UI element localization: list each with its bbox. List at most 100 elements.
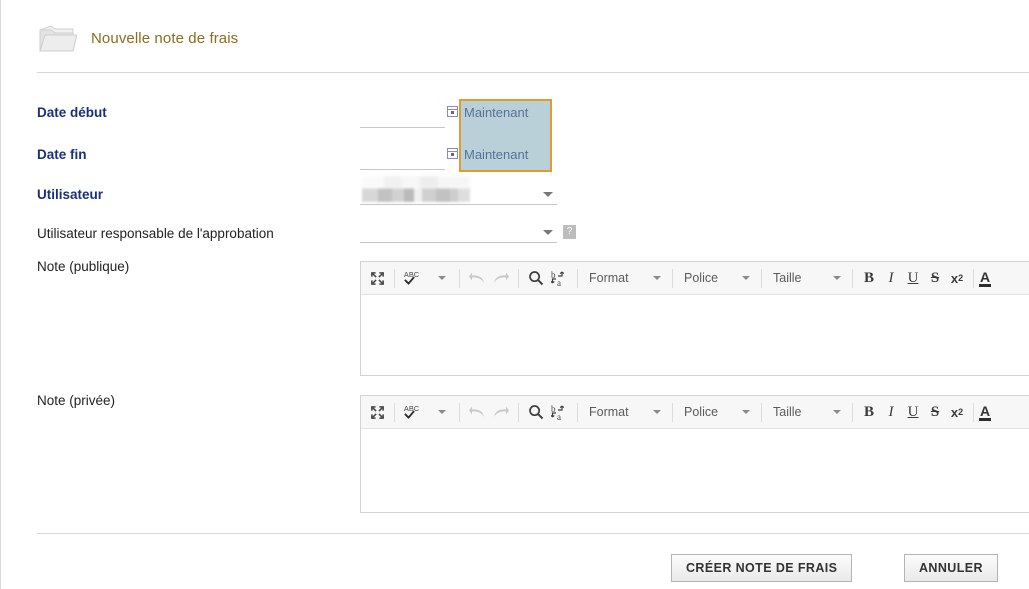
label-utilisateur: Utilisateur	[37, 187, 104, 202]
folder-icon	[37, 21, 78, 55]
toolbar-separator	[761, 402, 762, 422]
italic-button[interactable]: I	[880, 399, 902, 425]
note-publique-content[interactable]	[361, 295, 1029, 375]
toolbar-separator	[852, 402, 853, 422]
toolbar-separator	[973, 268, 974, 288]
svg-text:ABC: ABC	[404, 270, 420, 279]
label-note-privee: Note (privée)	[37, 393, 116, 408]
format-dropdown[interactable]: Format	[583, 265, 667, 291]
note-privee-toolbar: ABC b a Format Police Taille B I U S x 2…	[361, 396, 1029, 429]
toolbar-separator	[518, 268, 519, 288]
font-dropdown-label: Police	[684, 271, 719, 285]
toolbar-separator	[852, 268, 853, 288]
calendar-icon-date-debut[interactable]	[447, 106, 458, 117]
note-publique-toolbar: ABC b a Format Police Taille B I U S x 2…	[361, 262, 1029, 295]
replace-icon[interactable]: b a	[548, 399, 572, 425]
toolbar-separator	[459, 402, 460, 422]
chevron-down-icon-size	[833, 276, 841, 280]
format-dropdown-label: Format	[589, 271, 629, 285]
label-utilisateur-approbation: Utilisateur responsable de l'approbation	[37, 226, 274, 241]
size-dropdown[interactable]: Taille	[767, 399, 847, 425]
help-icon-approbation[interactable]: ?	[563, 225, 576, 239]
svg-text:a: a	[557, 278, 561, 287]
svg-text:a: a	[557, 412, 561, 421]
superscript-base: x	[950, 404, 959, 420]
superscript-base: x	[950, 270, 959, 286]
strikethrough-button[interactable]: S	[924, 399, 946, 425]
cancel-button[interactable]: ANNULER	[904, 554, 998, 582]
footer-divider	[37, 533, 1029, 534]
bold-button[interactable]: B	[858, 399, 880, 425]
chevron-down-icon-font	[742, 410, 750, 414]
toolbar-separator	[672, 268, 673, 288]
text-color-label: A	[979, 268, 992, 287]
spellcheck-icon[interactable]: ABC	[400, 399, 430, 425]
utilisateur-selected-value-redacted	[362, 188, 470, 202]
toolbar-separator	[518, 402, 519, 422]
label-date-debut: Date début	[37, 105, 107, 120]
utilisateur-approbation-select[interactable]	[360, 221, 557, 243]
text-color-button[interactable]: A	[979, 270, 996, 287]
format-dropdown-label: Format	[589, 405, 629, 419]
bold-button[interactable]: B	[858, 265, 880, 291]
toolbar-separator	[459, 268, 460, 288]
calendar-icon-date-fin[interactable]	[447, 148, 458, 159]
strikethrough-button[interactable]: S	[924, 265, 946, 291]
spellcheck-dropdown-icon[interactable]	[430, 399, 454, 425]
size-dropdown-label: Taille	[773, 271, 802, 285]
size-dropdown[interactable]: Taille	[767, 265, 847, 291]
date-fin-now-link[interactable]: Maintenant	[464, 147, 528, 162]
chevron-down-icon-approbation	[543, 230, 553, 235]
toolbar-separator	[973, 402, 974, 422]
chevron-down-icon-size	[833, 410, 841, 414]
note-publique-editor: ABC b a Format Police Taille B I U S x 2…	[360, 261, 1029, 376]
toolbar-separator	[761, 268, 762, 288]
superscript-button[interactable]: x2	[946, 399, 968, 425]
expense-report-form-page: Nouvelle note de frais Date début Mainte…	[0, 0, 1029, 589]
note-privee-editor: ABC b a Format Police Taille B I U S x 2…	[360, 395, 1029, 513]
label-date-fin: Date fin	[37, 147, 87, 162]
italic-button[interactable]: I	[880, 265, 902, 291]
text-color-label: A	[979, 402, 992, 421]
toolbar-separator	[394, 268, 395, 288]
text-color-button[interactable]: A	[979, 404, 996, 421]
spellcheck-dropdown-icon[interactable]	[430, 265, 454, 291]
underline-button[interactable]: U	[902, 265, 924, 291]
page-title: Nouvelle note de frais	[91, 29, 239, 47]
toolbar-separator	[672, 402, 673, 422]
search-icon[interactable]	[524, 399, 548, 425]
maximize-icon[interactable]	[365, 265, 389, 291]
date-debut-input[interactable]	[360, 110, 445, 128]
page-header: Nouvelle note de frais	[37, 12, 1029, 64]
undo-icon[interactable]	[465, 265, 489, 291]
underline-button[interactable]: U	[902, 399, 924, 425]
superscript-exponent: 2	[958, 407, 964, 417]
toolbar-separator	[577, 268, 578, 288]
redo-icon[interactable]	[489, 265, 513, 291]
chevron-down-icon-format	[653, 276, 661, 280]
font-dropdown[interactable]: Police	[678, 399, 756, 425]
superscript-exponent: 2	[958, 273, 964, 283]
format-dropdown[interactable]: Format	[583, 399, 667, 425]
svg-text:ABC: ABC	[404, 404, 420, 413]
chevron-down-icon-utilisateur	[543, 192, 553, 197]
label-note-publique: Note (publique)	[37, 259, 130, 274]
note-privee-content[interactable]	[361, 429, 1029, 512]
date-fin-input[interactable]	[360, 152, 445, 170]
font-dropdown[interactable]: Police	[678, 265, 756, 291]
utilisateur-select[interactable]	[360, 183, 557, 205]
redo-icon[interactable]	[489, 399, 513, 425]
toolbar-separator	[577, 402, 578, 422]
font-dropdown-label: Police	[684, 405, 719, 419]
superscript-button[interactable]: x2	[946, 265, 968, 291]
search-icon[interactable]	[524, 265, 548, 291]
undo-icon[interactable]	[465, 399, 489, 425]
date-debut-now-link[interactable]: Maintenant	[464, 105, 528, 120]
spellcheck-icon[interactable]: ABC	[400, 265, 430, 291]
size-dropdown-label: Taille	[773, 405, 802, 419]
chevron-down-icon-font	[742, 276, 750, 280]
maximize-icon[interactable]	[365, 399, 389, 425]
create-expense-report-button[interactable]: CRÉER NOTE DE FRAIS	[671, 554, 853, 582]
replace-icon[interactable]: b a	[548, 265, 572, 291]
header-divider	[37, 72, 1029, 73]
